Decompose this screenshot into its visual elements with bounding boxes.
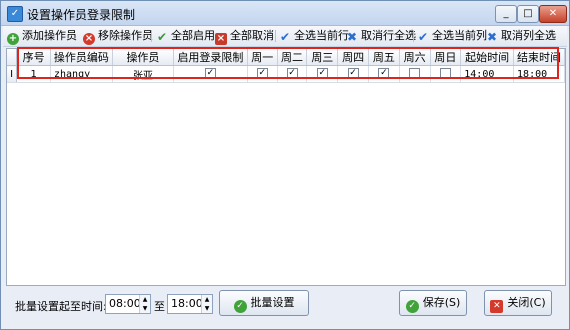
spinner-arrows-icon[interactable]: ▲ ▼ — [139, 295, 150, 313]
remove-operator-label: 移除操作员 — [98, 29, 153, 42]
cancel-all-button[interactable]: × 全部取消 — [215, 28, 274, 45]
table-row[interactable]: I 1 zhangy 张亚 ✓ ✓ ✓ ✓ ✓ ✓ 14:00 18:00 — [7, 65, 565, 83]
row-marker: I — [7, 65, 18, 83]
col-header-start[interactable]: 起始时间 — [460, 49, 515, 66]
cell-end-time[interactable]: 18:00 — [513, 65, 565, 83]
from-time-spinner[interactable]: 08:00 ▲ ▼ — [105, 294, 151, 314]
deselect-column-icon: ✖ — [486, 30, 498, 44]
tue-checkbox[interactable]: ✓ — [286, 68, 298, 80]
bottom-bar: 批量设置起至时间: 08:00 ▲ ▼ 至 18:00 ▲ ▼ ✓ 批量设置 ✓ 保存(… — [1, 285, 569, 329]
deselect-row-icon: ✖ — [346, 30, 358, 44]
col-header-operator[interactable]: 操作员 — [112, 49, 175, 66]
add-operator-label: 添加操作员 — [22, 29, 77, 42]
row-header-corner — [7, 49, 18, 66]
window-title: 设置操作员登录限制 — [27, 8, 136, 22]
deselect-column-button[interactable]: ✖ 取消列全选 — [486, 28, 556, 44]
add-icon: + — [7, 33, 19, 45]
app-icon: ✓ — [7, 6, 23, 22]
thu-checkbox[interactable]: ✓ — [347, 68, 359, 80]
batch-time-label: 批量设置起至时间: — [15, 300, 107, 313]
fri-checkbox[interactable]: ✓ — [378, 68, 390, 80]
checkmark-icon: ✓ — [233, 300, 247, 313]
wed-checkbox[interactable]: ✓ — [316, 68, 328, 80]
cell-no: 1 — [16, 65, 51, 83]
dialog-window: ✓ 设置操作员登录限制 _ □ ✕ + 添加操作员 × 移除操作员 ✔ 全部启用 × 全… — [0, 0, 570, 330]
select-column-icon: ✔ — [417, 30, 429, 44]
select-row-label: 全选当前行 — [294, 29, 349, 42]
col-header-thu[interactable]: 周四 — [337, 49, 369, 66]
col-header-no[interactable]: 序号 — [16, 49, 51, 66]
toolbar: + 添加操作员 × 移除操作员 ✔ 全部启用 × 全部取消 ✔ 全选当前行 ✖ 取消行全选 … — [3, 26, 567, 47]
remove-icon: × — [83, 33, 95, 45]
batch-set-button[interactable]: ✓ 批量设置 — [219, 290, 309, 316]
col-header-mon[interactable]: 周一 — [247, 49, 278, 66]
cell-mon[interactable]: ✓ — [247, 65, 278, 83]
close-label: 关闭(C) — [507, 296, 546, 309]
cell-wed[interactable]: ✓ — [306, 65, 339, 83]
to-label: 至 — [154, 300, 165, 313]
maximize-button[interactable]: □ — [517, 5, 539, 23]
header-row: 序号 操作员编码 操作员 启用登录限制 周一 周二 周三 周四 周五 周六 周日… — [7, 49, 565, 66]
save-label: 保存(S) — [422, 296, 461, 309]
deselect-row-label: 取消行全选 — [361, 29, 416, 42]
select-column-button[interactable]: ✔ 全选当前列 — [417, 28, 487, 44]
spinner-arrows-icon[interactable]: ▲ ▼ — [201, 295, 212, 313]
cancel-all-label: 全部取消 — [230, 29, 274, 42]
cell-tue[interactable]: ✓ — [277, 65, 308, 83]
deselect-row-button[interactable]: ✖ 取消行全选 — [346, 28, 416, 44]
col-header-tue[interactable]: 周二 — [277, 49, 308, 66]
toolbar-separator — [151, 30, 152, 42]
title-bar: ✓ 设置操作员登录限制 _ □ ✕ — [1, 1, 569, 26]
toolbar-separator — [413, 30, 414, 42]
col-header-sat[interactable]: 周六 — [399, 49, 431, 66]
enable-all-button[interactable]: ✔ 全部启用 — [156, 28, 215, 44]
cell-sat[interactable] — [399, 65, 431, 83]
cell-sun[interactable] — [430, 65, 462, 83]
clear-icon: × — [215, 33, 227, 45]
cell-start-time[interactable]: 14:00 — [460, 65, 515, 83]
deselect-column-label: 取消列全选 — [501, 29, 556, 42]
enable-all-label: 全部启用 — [171, 29, 215, 42]
cell-enabled[interactable]: ✓ — [173, 65, 248, 83]
select-row-button[interactable]: ✔ 全选当前行 — [279, 28, 349, 44]
sun-checkbox[interactable] — [439, 68, 451, 80]
to-time-spinner[interactable]: 18:00 ▲ ▼ — [167, 294, 213, 314]
col-header-fri[interactable]: 周五 — [368, 49, 400, 66]
col-header-enabled[interactable]: 启用登录限制 — [173, 49, 248, 66]
col-header-code[interactable]: 操作员编码 — [50, 49, 113, 66]
cell-operator[interactable]: 张亚 — [112, 65, 175, 83]
toolbar-separator — [275, 30, 276, 42]
checkmark-icon: ✔ — [156, 30, 168, 44]
cell-thu[interactable]: ✓ — [337, 65, 369, 83]
to-time-value[interactable]: 18:00 — [171, 297, 203, 310]
operator-grid: 序号 操作员编码 操作员 启用登录限制 周一 周二 周三 周四 周五 周六 周日… — [6, 48, 566, 286]
sat-checkbox[interactable] — [409, 68, 421, 80]
cell-fri[interactable]: ✓ — [368, 65, 400, 83]
remove-operator-button[interactable]: × 移除操作员 — [83, 28, 153, 45]
operator-table: 序号 操作员编码 操作员 启用登录限制 周一 周二 周三 周四 周五 周六 周日… — [7, 49, 565, 83]
save-button[interactable]: ✓ 保存(S) — [399, 290, 467, 316]
col-header-sun[interactable]: 周日 — [430, 49, 462, 66]
select-column-label: 全选当前列 — [432, 29, 487, 42]
add-operator-button[interactable]: + 添加操作员 — [7, 28, 77, 45]
close-icon: ✕ — [490, 300, 504, 313]
col-header-end[interactable]: 结束时间 — [513, 49, 565, 66]
save-icon: ✓ — [405, 300, 419, 313]
enabled-checkbox[interactable]: ✓ — [204, 68, 216, 80]
select-row-icon: ✔ — [279, 30, 291, 44]
close-button[interactable]: ✕ 关闭(C) — [484, 290, 552, 316]
close-window-button[interactable]: ✕ — [539, 5, 567, 23]
mon-checkbox[interactable]: ✓ — [256, 68, 268, 80]
col-header-wed[interactable]: 周三 — [306, 49, 339, 66]
cell-code[interactable]: zhangy — [50, 65, 113, 83]
batch-set-label: 批量设置 — [250, 296, 295, 309]
from-time-value[interactable]: 08:00 — [109, 297, 141, 310]
minimize-button[interactable]: _ — [495, 5, 517, 23]
